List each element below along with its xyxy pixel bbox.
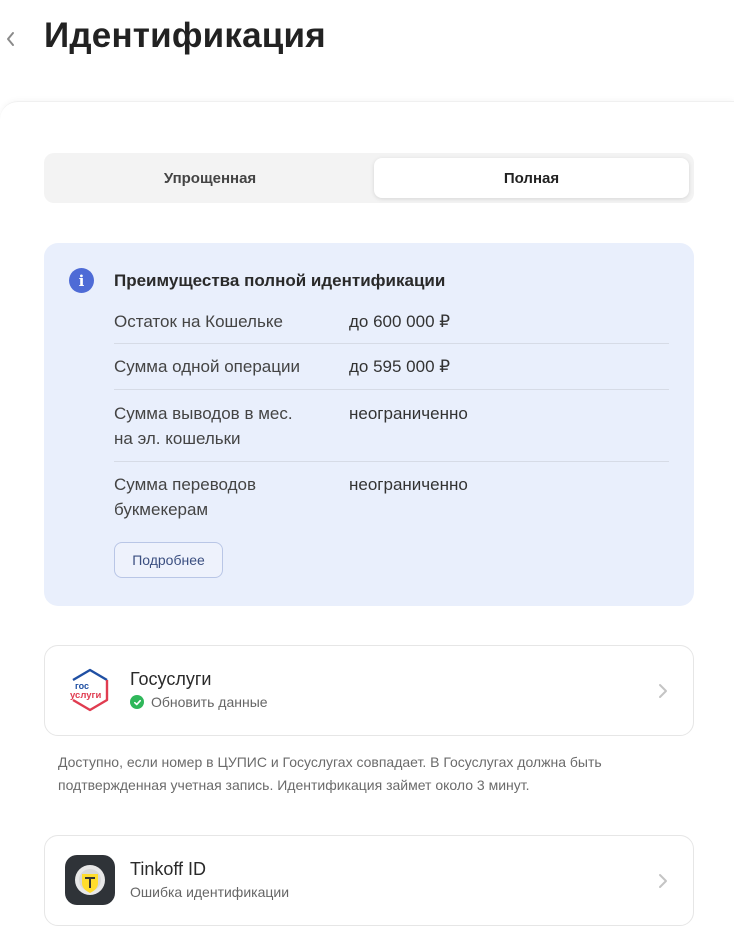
gosuslugi-logo: гос услуги	[70, 668, 110, 712]
header: Идентификация	[0, 0, 734, 100]
benefit-label: Остаток на Кошельке	[114, 312, 283, 331]
benefits-card: i Преимущества полной идентификации Оста…	[44, 243, 694, 606]
status-text: Обновить данные	[151, 694, 268, 710]
divider	[114, 389, 669, 390]
logo-text-bottom: услуги	[70, 690, 101, 701]
chevron-right-icon	[659, 684, 667, 698]
benefit-value: неограниченно	[349, 404, 468, 423]
benefit-row: Сумма одной операции до 595 000 ₽	[114, 354, 669, 379]
more-details-button[interactable]: Подробнее	[114, 542, 223, 578]
benefit-row: Сумма переводов букмекерам неограниченно	[114, 472, 669, 522]
tab-simplified[interactable]: Упрощенная	[49, 158, 371, 198]
info-icon: i	[69, 268, 94, 293]
gosuslugi-card[interactable]: гос услуги Госуслуги Обновить данные	[44, 645, 694, 736]
benefit-value: до 595 000 ₽	[349, 357, 451, 376]
service-status: Ошибка идентификации	[130, 884, 290, 900]
benefit-label-line: букмекерам	[114, 500, 209, 519]
benefit-value: неограниченно	[349, 475, 468, 494]
benefits-title: Преимущества полной идентификации	[114, 271, 446, 290]
benefit-label-line: Сумма выводов в мес.	[114, 404, 293, 423]
back-button[interactable]	[0, 26, 20, 52]
divider	[114, 461, 669, 462]
service-name: Tinkoff ID	[130, 859, 207, 879]
benefit-value: до 600 000 ₽	[349, 312, 451, 331]
check-circle-icon	[130, 695, 144, 709]
tinkoff-id-card[interactable]: Tinkoff ID Ошибка идентификации	[44, 835, 694, 926]
benefit-row: Сумма выводов в мес. на эл. кошельки нео…	[114, 401, 669, 451]
benefit-label: Сумма выводов в мес. на эл. кошельки	[114, 401, 339, 451]
benefit-label: Сумма одной операции	[114, 357, 300, 376]
benefit-label-line: на эл. кошельки	[114, 429, 241, 448]
chevron-right-icon	[659, 874, 667, 888]
tab-full[interactable]: Полная	[374, 158, 689, 198]
chevron-left-icon	[7, 32, 14, 46]
service-status: Обновить данные	[130, 694, 268, 710]
gosuslugi-note: Доступно, если номер в ЦУПИС и Госуслуга…	[58, 754, 602, 793]
service-name: Госуслуги	[130, 669, 212, 689]
identification-type-switch: Упрощенная Полная	[44, 153, 694, 203]
benefit-label: Сумма переводов букмекерам	[114, 472, 339, 522]
tinkoff-logo	[65, 855, 115, 905]
tinkoff-emblem-icon	[75, 865, 105, 895]
benefit-row: Остаток на Кошельке до 600 000 ₽	[114, 309, 669, 334]
divider	[114, 343, 669, 344]
benefit-label-line: Сумма переводов	[114, 475, 257, 494]
page-title: Идентификация	[44, 16, 326, 55]
